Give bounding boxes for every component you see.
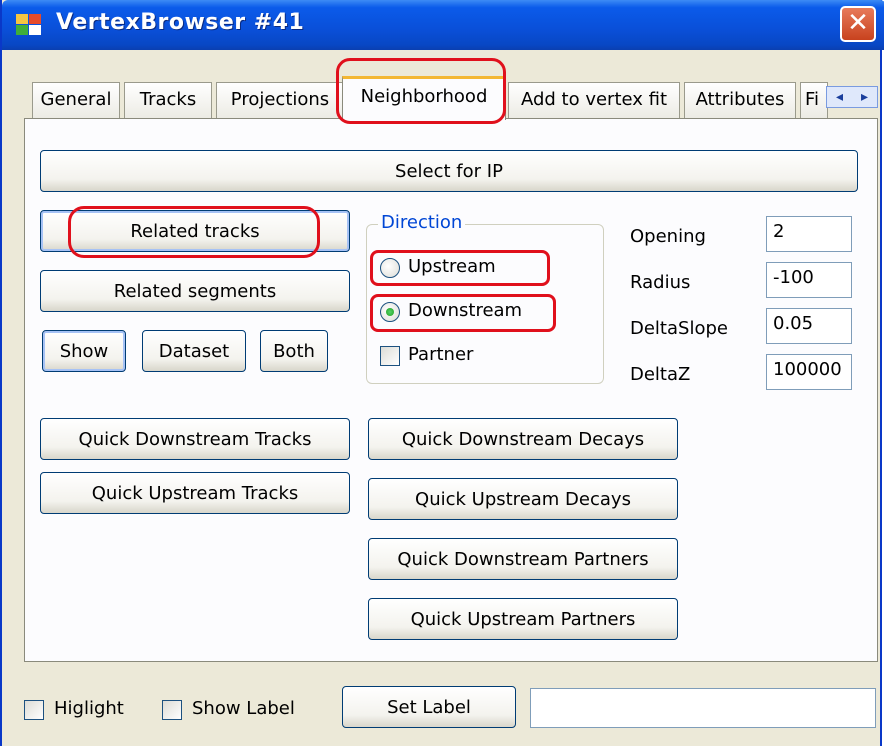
tab-projections[interactable]: Projections [216, 82, 344, 118]
deltaslope-field[interactable]: 0.05 [766, 308, 852, 344]
tab-general[interactable]: General [32, 82, 120, 118]
set-label-button[interactable]: Set Label [342, 686, 516, 728]
upstream-label[interactable]: Upstream [408, 256, 496, 277]
vertex-browser-window: VertexBrowser #41 ✕ General Tracks Proje… [0, 0, 884, 746]
title-bar[interactable]: VertexBrowser #41 ✕ [2, 0, 884, 50]
tab-strip: General Tracks Projections Neighborhood … [12, 72, 880, 120]
partner-checkbox[interactable] [380, 346, 400, 366]
radius-label: Radius [630, 272, 691, 293]
tab-add-to-vertex-fit[interactable]: Add to vertex fit [508, 82, 680, 118]
related-segments-button[interactable]: Related segments [40, 270, 350, 312]
chevron-left-icon[interactable]: ◂ [836, 89, 843, 105]
downstream-label[interactable]: Downstream [408, 300, 522, 321]
show-button[interactable]: Show [42, 330, 126, 372]
tab-scroll-buttons[interactable]: ◂ ▸ [826, 86, 878, 108]
show-label-label[interactable]: Show Label [192, 698, 295, 719]
deltaz-label: DeltaZ [630, 364, 691, 385]
quick-upstream-decays-button[interactable]: Quick Upstream Decays [368, 478, 678, 520]
window-title: VertexBrowser #41 [56, 10, 305, 35]
quick-downstream-decays-button[interactable]: Quick Downstream Decays [368, 418, 678, 460]
tab-attributes[interactable]: Attributes [684, 82, 796, 118]
close-icon[interactable]: ✕ [840, 6, 876, 42]
highlight-checkbox[interactable] [24, 700, 44, 720]
quick-downstream-partners-button[interactable]: Quick Downstream Partners [368, 538, 678, 580]
show-label-checkbox[interactable] [162, 700, 182, 720]
highlight-label[interactable]: Higlight [54, 698, 124, 719]
related-tracks-button[interactable]: Related tracks [40, 210, 350, 252]
direction-legend: Direction [378, 212, 466, 233]
upstream-radio[interactable] [380, 258, 400, 278]
chevron-right-icon[interactable]: ▸ [861, 89, 868, 105]
neighborhood-panel [24, 118, 878, 662]
downstream-radio[interactable] [380, 302, 400, 322]
deltaslope-label: DeltaSlope [630, 318, 728, 339]
quick-upstream-partners-button[interactable]: Quick Upstream Partners [368, 598, 678, 640]
quick-downstream-tracks-button[interactable]: Quick Downstream Tracks [40, 418, 350, 460]
opening-field[interactable]: 2 [766, 216, 852, 252]
tab-fi[interactable]: Fi [800, 82, 828, 118]
both-button[interactable]: Both [260, 330, 328, 372]
tab-neighborhood[interactable]: Neighborhood [342, 76, 506, 120]
select-for-ip-button[interactable]: Select for IP [40, 150, 858, 192]
deltaz-field[interactable]: 100000 [766, 354, 852, 390]
opening-label: Opening [630, 226, 706, 247]
radio-selected-dot [386, 308, 394, 316]
quick-upstream-tracks-button[interactable]: Quick Upstream Tracks [40, 472, 350, 514]
app-icon [16, 14, 42, 36]
dataset-button[interactable]: Dataset [142, 330, 246, 372]
partner-label[interactable]: Partner [408, 344, 473, 365]
tab-tracks[interactable]: Tracks [124, 82, 212, 118]
label-input[interactable] [530, 688, 876, 728]
radius-field[interactable]: -100 [766, 262, 852, 298]
